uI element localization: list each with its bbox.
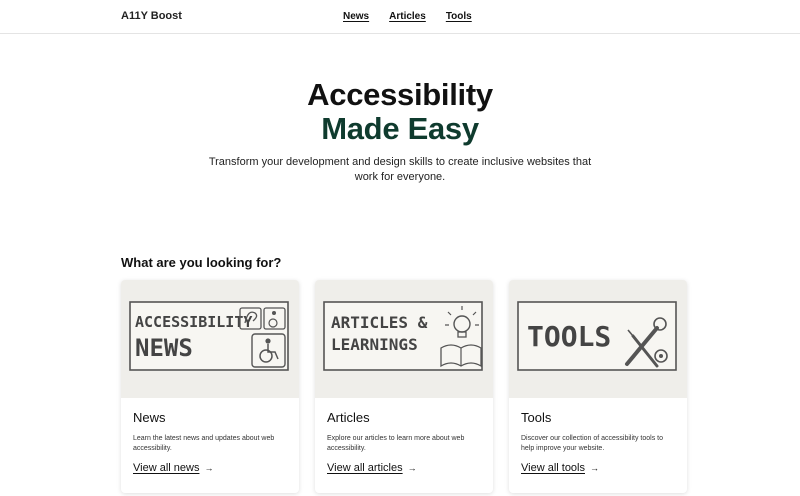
card-description: Explore our articles to learn more about…: [327, 435, 465, 452]
link-label: View all tools: [521, 462, 585, 474]
site-header: A11Y Boost News Articles Tools: [0, 0, 800, 34]
articles-illustration: ARTICLES & LEARNINGS: [315, 280, 493, 398]
card-description: Discover our collection of accessibility…: [521, 435, 664, 452]
card-title: Articles: [327, 410, 370, 425]
view-all-articles-link[interactable]: View all articles →: [327, 462, 417, 474]
hero-title-line-1: Accessibility: [307, 77, 493, 112]
nav-link-articles[interactable]: Articles: [389, 11, 426, 22]
main-nav: News Articles Tools: [343, 11, 472, 22]
tools-illustration: TOOLS: [509, 280, 687, 398]
hero-title: Accessibility Made Easy: [0, 78, 800, 146]
nav-link-tools[interactable]: Tools: [446, 11, 472, 22]
card-news: ACCESSIBILITY NEWS News Learn the latest…: [121, 280, 299, 493]
hero-title-line-2: Made Easy: [321, 111, 479, 146]
card-articles: ARTICLES & LEARNINGS Articles Explore ou…: [315, 280, 493, 493]
view-all-news-link[interactable]: View all news →: [133, 462, 213, 474]
open-book-icon: [440, 344, 482, 368]
card-title: News: [133, 410, 166, 425]
nav-link-news[interactable]: News: [343, 11, 369, 22]
articles-image-text-2: LEARNINGS: [331, 335, 418, 354]
arrow-right-icon: →: [407, 463, 417, 473]
site-logo[interactable]: A11Y Boost: [121, 10, 182, 22]
arrow-right-icon: →: [590, 463, 599, 473]
arrow-right-icon: →: [204, 463, 214, 473]
link-label: View all news: [133, 462, 200, 474]
card-grid: ACCESSIBILITY NEWS News Learn the latest…: [121, 280, 687, 493]
news-image-text-1: ACCESSIBILITY: [135, 313, 252, 331]
hero-section: Accessibility Made Easy Transform your d…: [0, 78, 800, 185]
news-image-text-2: NEWS: [135, 334, 193, 362]
tools-image-text: TOOLS: [527, 320, 611, 353]
card-description: Learn the latest news and updates about …: [133, 435, 275, 452]
card-tools: TOOLS Tools Discover our collection of a…: [509, 280, 687, 493]
view-all-tools-link[interactable]: View all tools →: [521, 462, 599, 474]
news-illustration: ACCESSIBILITY NEWS: [121, 280, 299, 398]
articles-image-text-1: ARTICLES &: [331, 313, 428, 332]
section-heading: What are you looking for?: [121, 255, 282, 270]
card-title: Tools: [521, 410, 552, 425]
link-label: View all articles: [327, 462, 403, 474]
hero-subtitle: Transform your development and design sk…: [208, 156, 592, 183]
